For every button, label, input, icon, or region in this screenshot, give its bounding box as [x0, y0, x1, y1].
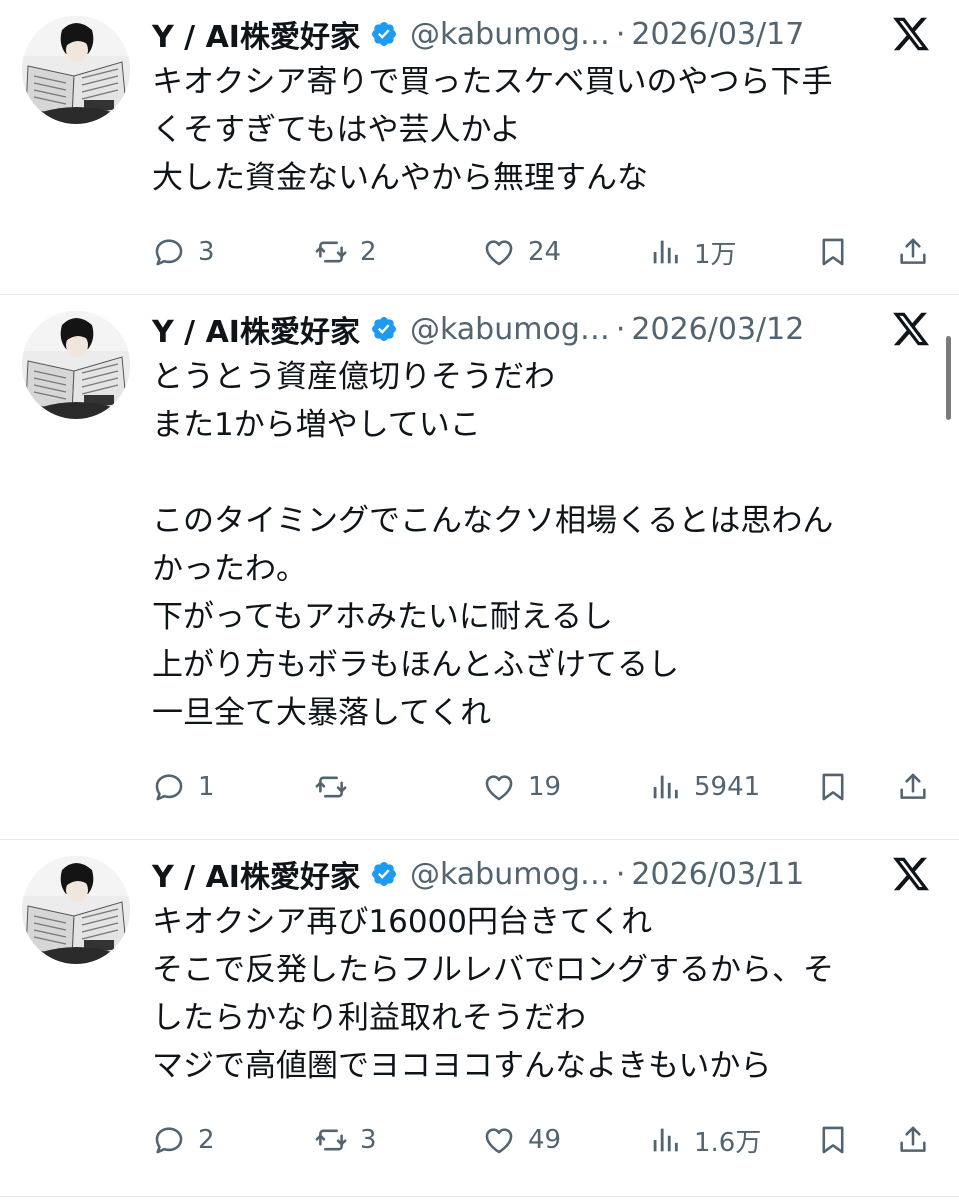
tweet-text-line: 一旦全て大暴落してくれ	[152, 695, 492, 731]
like-button[interactable]: 49	[482, 1120, 561, 1160]
separator: ·	[615, 311, 626, 347]
share-icon	[896, 1123, 930, 1157]
retweet-count: 2	[360, 237, 377, 267]
separator: ·	[615, 856, 626, 892]
reply-button[interactable]: 3	[152, 232, 215, 272]
bookmark-icon	[816, 235, 850, 269]
tweet-date[interactable]: 2026/03/17	[631, 17, 804, 52]
avatar[interactable]	[22, 16, 130, 124]
views-icon	[648, 770, 694, 804]
x-logo-icon	[891, 14, 931, 54]
tweet-actions: 2 3 49 1.6万	[152, 1120, 942, 1160]
reply-icon	[152, 235, 198, 269]
tweet-header: Y / AI株愛好家 @kabumog… · 2026/03/12	[152, 307, 804, 351]
tweet-text-line: かったわ。	[152, 551, 307, 587]
tweet-text-line: とうとう資産億切りそうだわ	[152, 359, 555, 395]
tweet-text-line: 下がってもアホみたいに耐えるし	[152, 599, 613, 635]
reply-count: 3	[198, 237, 215, 267]
reply-button[interactable]: 2	[152, 1120, 215, 1160]
retweet-count: 3	[360, 1125, 377, 1155]
tweet-actions: 3 2 24 1万	[152, 232, 942, 272]
reply-count: 2	[198, 1125, 215, 1155]
views-button[interactable]: 1.6万	[648, 1120, 761, 1160]
retweet-icon	[314, 770, 360, 804]
like-count: 49	[528, 1125, 562, 1155]
reply-icon	[152, 770, 198, 804]
bookmark-button[interactable]	[816, 767, 850, 807]
tweet-text-line: そこで反発したらフルレバでロングするから、そ	[152, 952, 834, 988]
retweet-button[interactable]: 2	[314, 232, 377, 272]
avatar[interactable]	[22, 311, 130, 419]
tweet-text: とうとう資産億切りそうだわ また1から増やしていここのタイミングでこんなクソ相場く…	[152, 353, 932, 737]
share-button[interactable]	[896, 767, 930, 807]
tweet-feed: Y / AI株愛好家 @kabumog… · 2026/03/17 キオクシア寄りで買っ…	[0, 0, 959, 1200]
tweet-header: Y / AI株愛好家 @kabumog… · 2026/03/17	[152, 12, 804, 56]
tweet-text-line: キオクシア再び16000円台きてくれ	[152, 904, 653, 940]
views-button[interactable]: 5941	[648, 767, 760, 807]
tweet-date[interactable]: 2026/03/12	[631, 312, 804, 347]
reply-icon	[152, 1123, 198, 1157]
bookmark-icon	[816, 770, 850, 804]
tweet-divider	[0, 1196, 959, 1197]
tweet-divider	[0, 839, 959, 840]
share-icon	[896, 770, 930, 804]
verified-badge-icon	[370, 20, 398, 48]
scrollbar[interactable]	[946, 336, 951, 420]
heart-icon	[482, 235, 528, 269]
views-icon	[648, 235, 694, 269]
retweet-button[interactable]: 3	[314, 1120, 377, 1160]
tweet-divider	[0, 294, 959, 295]
tweet-header: Y / AI株愛好家 @kabumog… · 2026/03/11	[152, 852, 804, 896]
tweet-text-line: また1から増やしていこ	[152, 407, 481, 443]
like-button[interactable]: 19	[482, 767, 561, 807]
tweet-text-line: くそすぎてもはや芸人かよ	[152, 112, 521, 148]
view-count: 5941	[694, 772, 761, 802]
tweet-text: キオクシア寄りで買ったスケベ買いのやつら下手 くそすぎてもはや芸人かよ大した資金な…	[152, 58, 932, 202]
tweet-date[interactable]: 2026/03/11	[631, 857, 804, 892]
author-name[interactable]: Y / AI株愛好家	[152, 852, 360, 896]
heart-icon	[482, 1123, 528, 1157]
author-name[interactable]: Y / AI株愛好家	[152, 12, 360, 56]
tweet-text-line: このタイミングでこんなクソ相場くるとは思わん	[152, 503, 834, 539]
avatar[interactable]	[22, 856, 130, 964]
share-icon	[896, 235, 930, 269]
tweet-text-line: 大した資金ないんやから無理すんな	[152, 160, 648, 196]
verified-badge-icon	[370, 315, 398, 343]
verified-badge-icon	[370, 860, 398, 888]
bookmark-button[interactable]	[816, 232, 850, 272]
retweet-icon	[314, 1123, 360, 1157]
separator: ·	[615, 16, 626, 52]
bookmark-button[interactable]	[816, 1120, 850, 1160]
reply-button[interactable]: 1	[152, 767, 215, 807]
like-button[interactable]: 24	[482, 232, 561, 272]
view-count: 1万	[694, 239, 737, 270]
tweet-text-line: キオクシア寄りで買ったスケベ買いのやつら下手	[152, 64, 833, 100]
reply-count: 1	[198, 772, 215, 802]
share-button[interactable]	[896, 1120, 930, 1160]
tweet-actions: 1 19 5941	[152, 767, 942, 807]
views-button[interactable]: 1万	[648, 232, 737, 272]
heart-icon	[482, 770, 528, 804]
view-count: 1.6万	[694, 1127, 762, 1158]
author-handle[interactable]: @kabumog…	[410, 312, 610, 347]
tweet-text: キオクシア再び16000円台きてくれそこで反発したらフルレバでロングするから、そ…	[152, 898, 932, 1090]
author-handle[interactable]: @kabumog…	[410, 17, 610, 52]
views-icon	[648, 1123, 694, 1157]
author-handle[interactable]: @kabumog…	[410, 857, 610, 892]
tweet-text-line: 上がり方もボラもほんとふざけてるし	[152, 647, 679, 683]
share-button[interactable]	[896, 232, 930, 272]
x-logo-icon	[891, 854, 931, 894]
like-count: 19	[528, 772, 562, 802]
retweet-button[interactable]	[314, 767, 360, 807]
tweet-text-line: したらかなり利益取れそうだわ	[152, 1000, 586, 1036]
like-count: 24	[528, 237, 562, 267]
bookmark-icon	[816, 1123, 850, 1157]
author-name[interactable]: Y / AI株愛好家	[152, 307, 360, 351]
tweet-text-line: マジで高値圏でヨコヨコすんなよきもいから	[152, 1048, 772, 1084]
retweet-icon	[314, 235, 360, 269]
x-logo-icon	[891, 309, 931, 349]
tweet-text-line	[152, 449, 932, 497]
